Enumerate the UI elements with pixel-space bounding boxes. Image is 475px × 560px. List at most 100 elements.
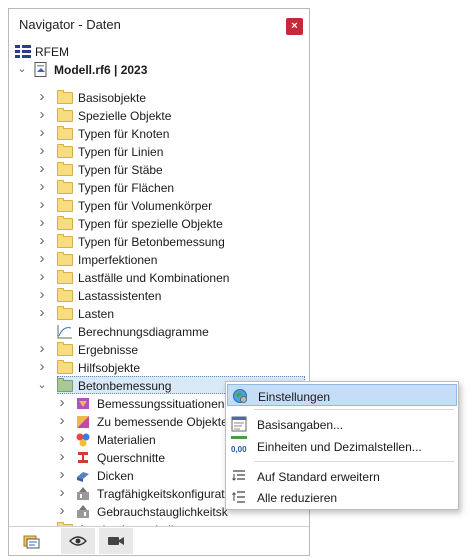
tree-item-hilfsobjekte[interactable]: › Hilfsobjekte [9,359,309,377]
chevron-right-icon[interactable]: › [37,107,47,122]
tree-child-label: Materialien [97,433,156,447]
tree-item-basisobjekte[interactable]: › Basisobjekte [9,89,309,107]
chevron-right-icon[interactable]: › [37,161,47,176]
menu-item-collapse[interactable]: Alle reduzieren [227,486,457,508]
sls-config-icon [77,505,89,518]
tree-item-label: Lastassistenten [78,289,162,303]
chevron-right-icon[interactable]: › [57,431,67,446]
close-button[interactable]: × [286,18,303,35]
tree-item-ergebnisse[interactable]: › Ergebnisse [9,341,309,359]
expand-icon [232,470,245,481]
design-objects-icon [77,416,89,428]
folder-icon [57,306,73,320]
chevron-right-icon[interactable]: › [37,305,47,320]
tree-item-typen-f-r-linien[interactable]: › Typen für Linien [9,143,309,161]
chevron-right-icon[interactable]: › [57,395,67,410]
chevron-right-icon[interactable]: › [57,467,67,482]
tree-item-lastf-lle-und-kombinationen[interactable]: › Lastfälle und Kombinationen [9,269,309,287]
tree-item-spezielle-objekte[interactable]: › Spezielle Objekte [9,107,309,125]
menu-item-expand[interactable]: Auf Standard erweitern [227,465,457,487]
tree-item-lastassistenten[interactable]: › Lastassistenten [9,287,309,305]
tree-item-typen-f-r-volumenk-rper[interactable]: › Typen für Volumenkörper [9,197,309,215]
chevron-right-icon[interactable]: › [37,287,47,302]
tree-item-typen-f-r-spezielle-objekte[interactable]: › Typen für spezielle Objekte [9,215,309,233]
chevron-right-icon[interactable]: › [37,359,47,374]
tree-item-lasten[interactable]: › Lasten [9,305,309,323]
tree-item-label: Typen für Flächen [78,181,175,195]
chevron-right-icon[interactable]: › [37,269,47,284]
tree-child-label: Querschnitte [97,451,166,465]
collapse-icon [232,491,245,503]
model-file-icon [34,62,47,77]
folder-icon [57,90,73,104]
diagram-icon [57,325,72,339]
chevron-right-icon[interactable]: › [37,143,47,158]
menu-item-label: Alle reduzieren [257,491,338,505]
tree-item-typen-f-r-knoten[interactable]: › Typen für Knoten [9,125,309,143]
tree-item-typen-f-r-betonbemessung[interactable]: › Typen für Betonbemessung [9,233,309,251]
chevron-right-icon[interactable]: › [37,197,47,212]
menu-item-label: Einstellungen [258,390,331,404]
chevron-right-icon[interactable]: › [37,341,47,356]
folder-icon [57,198,73,212]
folder-icon [57,288,73,302]
chevron-right-icon[interactable]: › [37,179,47,194]
chevron-right-icon[interactable]: › [37,251,47,266]
tab-display[interactable] [61,528,95,554]
chevron-down-icon[interactable]: ⌄ [37,379,47,391]
tree-item-berechnungsdiagramme[interactable]: Berechnungsdiagramme [9,323,309,341]
menu-item-label: Einheiten und Dezimalstellen... [257,440,422,454]
tree-child-label: Gebrauchstauglichkeitsk [97,505,228,519]
globe-gear-icon [233,389,247,403]
eye-icon [69,536,87,546]
chevron-right-icon[interactable]: › [37,125,47,140]
tree-item-label: Imperfektionen [78,253,158,267]
folder-icon [57,360,73,374]
tree-item-typen-f-r-st-be[interactable]: › Typen für Stäbe [9,161,309,179]
tree-model[interactable]: ⌄ Modell.rf6 | 2023 [9,61,309,79]
folder-icon [57,108,73,122]
tree-root-label: RFEM [35,45,69,59]
chevron-right-icon[interactable]: › [57,503,67,518]
form-icon [231,416,247,432]
chevron-right-icon[interactable]: › [37,233,47,248]
bottom-tab-bar [9,526,309,555]
tree-item-typen-f-r-fl-chen[interactable]: › Typen für Flächen [9,179,309,197]
tree-item-label: Typen für Volumenkörper [78,199,213,213]
tree-item-label: Typen für spezielle Objekte [78,217,223,231]
tree-item-label: Typen für Betonbemessung [78,235,225,249]
folder-icon [57,126,73,140]
folder-icon [57,162,73,176]
tree-child-label: Zu bemessende Objekte [97,415,228,429]
model-label: Modell.rf6 | 2023 [54,63,148,77]
tree-item-label: Betonbemessung [78,379,172,393]
menu-item-label: Auf Standard erweitern [257,470,380,484]
menu-item-einstellungen[interactable]: Einstellungen [227,384,457,406]
folder-icon [57,234,73,248]
tab-views[interactable] [99,528,133,554]
chevron-right-icon[interactable]: › [57,449,67,464]
tree-item-label: Ergebnisse [78,343,139,357]
units-icon: 0,00 [231,436,247,454]
tree-item-label: Lastfälle und Kombinationen [78,271,230,285]
tree-root[interactable]: RFEM [9,43,309,61]
uls-config-icon [77,487,89,500]
tab-data[interactable] [15,528,49,554]
chevron-right-icon[interactable]: › [57,485,67,500]
menu-item-einheiten[interactable]: 0,00 Einheiten und Dezimalstellen... [227,435,457,457]
chevron-right-icon[interactable]: › [37,215,47,230]
chevron-down-icon[interactable]: ⌄ [17,63,27,75]
flag-icon [15,45,31,58]
folder-icon [57,216,73,230]
tree-item-label: Typen für Knoten [78,127,170,141]
menu-separator [254,409,454,410]
chevron-right-icon[interactable]: › [57,413,67,428]
folder-icon [57,180,73,194]
design-situation-icon [77,398,89,409]
menu-item-basisangaben[interactable]: Basisangaben... [227,413,457,435]
close-icon: × [291,20,298,32]
tree-child-label: Tragfähigkeitskonfigurat [97,487,225,501]
tree-item-imperfektionen[interactable]: › Imperfektionen [9,251,309,269]
menu-item-label: Basisangaben... [257,418,344,432]
chevron-right-icon[interactable]: › [37,89,47,104]
